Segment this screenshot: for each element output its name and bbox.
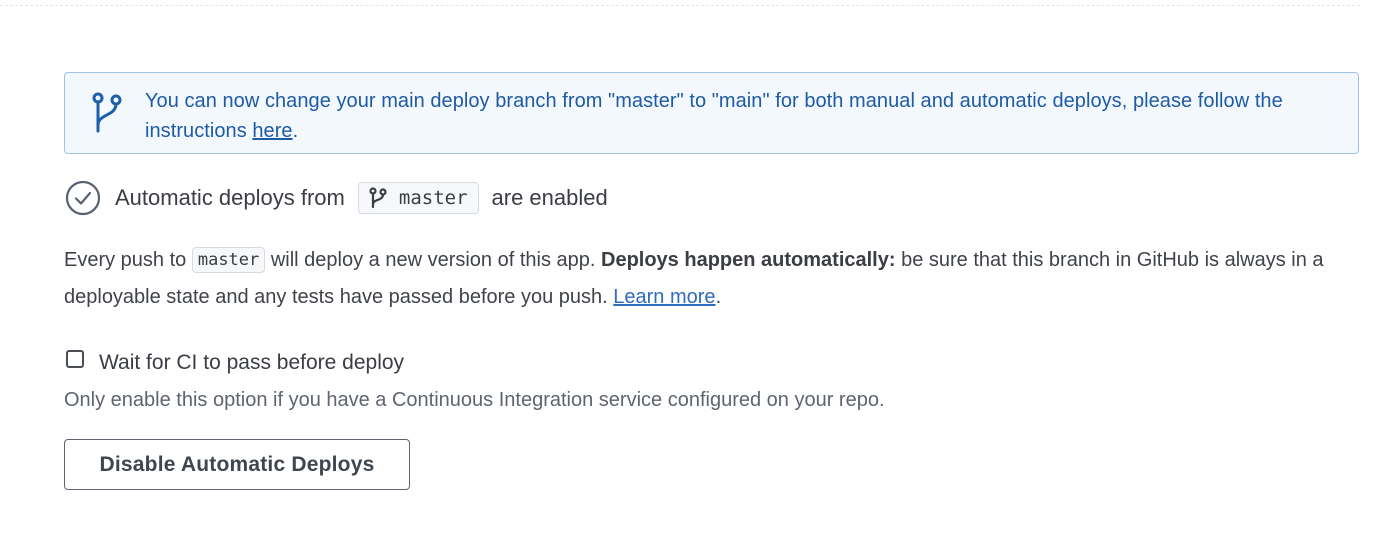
automatic-deploys-section: You can now change your main deploy bran… xyxy=(64,72,1360,490)
branch-badge: master xyxy=(357,182,479,214)
branch-rename-notice: You can now change your main deploy bran… xyxy=(64,72,1359,154)
check-circle-icon xyxy=(65,180,101,216)
git-branch-icon xyxy=(91,92,123,139)
status-text-after: are enabled xyxy=(491,185,608,210)
description-part2: will deploy a new version of this app. xyxy=(265,249,601,271)
learn-more-link[interactable]: Learn more xyxy=(613,286,715,308)
branch-name: master xyxy=(398,187,468,209)
disable-automatic-deploys-button[interactable]: Disable Automatic Deploys xyxy=(64,439,410,490)
notice-period: . xyxy=(292,120,299,142)
wait-for-ci-option[interactable]: Wait for CI to pass before deploy xyxy=(64,348,1360,378)
top-divider xyxy=(0,5,1360,6)
auto-deploy-status: Automatic deploys from master are enable… xyxy=(64,180,1360,216)
description-part4: . xyxy=(715,286,722,308)
notice-text: You can now change your main deploy bran… xyxy=(145,86,1338,146)
wait-for-ci-help: Only enable this option if you have a Co… xyxy=(64,389,885,411)
notice-instructions-link[interactable]: here xyxy=(252,120,292,142)
status-text-before: Automatic deploys from xyxy=(115,185,345,210)
notice-message: You can now change your main deploy bran… xyxy=(145,90,1283,142)
description-part1: Every push to xyxy=(64,249,192,271)
wait-for-ci-checkbox[interactable] xyxy=(66,350,84,368)
description-bold: Deploys happen automatically: xyxy=(601,249,896,271)
git-branch-icon xyxy=(369,187,387,209)
auto-deploy-description: Every push to master will deploy a new v… xyxy=(64,242,1360,316)
wait-for-ci-label[interactable]: Wait for CI to pass before deploy xyxy=(99,351,404,375)
branch-code: master xyxy=(191,247,266,273)
